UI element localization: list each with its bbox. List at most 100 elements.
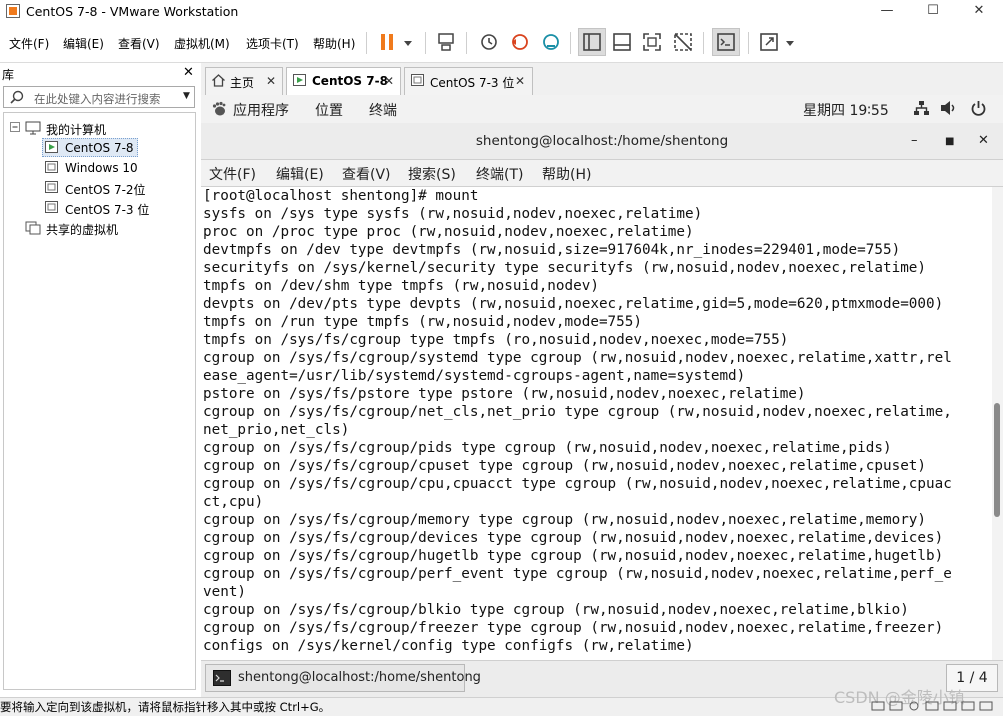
tree-vm-item[interactable]: CentOS 7-3 位 [65,201,149,218]
thumbnail-bar-icon[interactable] [610,30,634,54]
terminal-line: tmpfs on /dev/shm type tmpfs (rw,nosuid,… [203,278,599,294]
gnome-applications-menu[interactable]: 应用程序 [233,100,289,120]
terminal-line: [root@localhost shentong]# mount [203,188,479,204]
gnome-places-menu[interactable]: 位置 [315,100,343,120]
gnome-clock[interactable]: 星期四 19∶55 [803,100,889,120]
terminal-line: tmpfs on /run type tmpfs (rw,nosuid,node… [203,314,642,330]
tree-shared-vms[interactable]: 共享的虚拟机 [46,221,118,238]
toolbar-divider [703,32,704,54]
terminal-output[interactable]: [root@localhost shentong]# mount sysfs on… [201,187,992,660]
show-library-icon[interactable] [580,30,604,54]
toolbar-divider [466,32,467,54]
terminal-menu-search[interactable]: 搜索(S) [408,164,456,184]
revert-snapshot-icon[interactable] [508,30,532,54]
tree-my-computer[interactable]: 我的计算机 [46,121,106,138]
tab-close-icon[interactable]: ✕ [384,74,394,88]
terminal-line: configs on /sys/kernel/config type confi… [203,638,694,654]
network-icon[interactable] [913,100,930,116]
terminal-line: net_prio,net_cls) [203,422,350,438]
terminal-menu-view[interactable]: 查看(V) [342,164,391,184]
vm-running-icon [45,141,58,153]
terminal-line: cgroup on /sys/fs/cgroup/devices type cg… [203,530,944,546]
tree-vm-item[interactable]: CentOS 7-2位 [65,181,146,198]
terminal-line: cgroup on /sys/fs/cgroup/pids type cgrou… [203,440,892,456]
terminal-minimize-button[interactable]: – [911,133,918,148]
menu-tabs[interactable]: 选项卡(T) [246,35,299,52]
tab-close-icon[interactable]: ✕ [515,74,525,88]
terminal-line: vent) [203,584,247,600]
terminal-line: cgroup on /sys/fs/cgroup/hugetlb type cg… [203,548,944,564]
terminal-line: devtmpfs on /dev type devtmpfs (rw,nosui… [203,242,901,258]
toolbar-divider [425,32,426,54]
vm-icon [45,161,58,173]
terminal-line: ease_agent=/usr/lib/systemd/systemd-cgro… [203,368,746,384]
collapse-toggle-icon[interactable] [10,122,20,132]
snapshot-icon[interactable] [477,30,501,54]
terminal-menu-file[interactable]: 文件(F) [209,164,256,184]
chevron-down-icon[interactable]: ▼ [183,91,190,101]
pause-dropdown-icon[interactable] [403,38,413,48]
terminal-line: sysfs on /sys type sysfs (rw,nosuid,node… [203,206,703,222]
toolbar-divider [570,32,571,54]
terminal-icon [213,670,231,686]
tree-vm-item[interactable]: CentOS 7-8 [65,141,134,155]
window-title: CentOS 7-8 - VMware Workstation [26,4,239,19]
terminal-close-button[interactable]: ✕ [978,133,989,148]
library-title: 库 [2,68,15,82]
vm-icon [45,201,58,213]
terminal-line: cgroup on /sys/fs/cgroup/perf_event type… [203,566,952,582]
terminal-line: pstore on /sys/fs/pstore type pstore (rw… [203,386,806,402]
toolbar-divider [366,32,367,54]
unity-mode-icon[interactable] [671,30,695,54]
terminal-line: cgroup on /sys/fs/cgroup/freezer type cg… [203,620,944,636]
gnome-terminal-menu[interactable]: 终端 [369,100,397,120]
window-list-terminal-label: shentong@localhost:/home/shentong [238,670,481,685]
menu-file[interactable]: 文件(F) [9,35,49,52]
terminal-line: cgroup on /sys/fs/cgroup/cpuset type cgr… [203,458,927,474]
search-icon [10,90,24,104]
vm-icon [411,74,424,86]
terminal-menu-edit[interactable]: 编辑(E) [276,164,324,184]
terminal-line: devpts on /dev/pts type devpts (rw,nosui… [203,296,944,312]
menu-edit[interactable]: 编辑(E) [63,35,104,52]
vm-icon [45,181,58,193]
console-icon[interactable] [714,30,738,54]
terminal-lines: [root@localhost shentong]# mount sysfs on… [201,187,992,655]
tree-vm-item[interactable]: Windows 10 [65,161,138,175]
terminal-maximize-button[interactable]: ■ [945,136,954,147]
stretch-dropdown-icon[interactable] [785,38,795,48]
terminal-scrollbar-thumb[interactable] [994,403,1000,517]
home-icon [212,74,225,87]
terminal-line: ct,cpu) [203,494,264,510]
snapshot-manager-icon[interactable] [539,30,563,54]
menu-view[interactable]: 查看(V) [118,35,160,52]
stretch-guest-icon[interactable] [757,30,781,54]
terminal-line: cgroup on /sys/fs/cgroup/blkio type cgro… [203,602,909,618]
terminal-line: tmpfs on /sys/fs/cgroup type tmpfs (ro,n… [203,332,789,348]
tab-centos-7-8-label: CentOS 7-8 [312,74,388,88]
pause-icon[interactable] [376,30,400,54]
full-screen-icon[interactable] [640,30,664,54]
device-icons [871,701,993,711]
menu-help[interactable]: 帮助(H) [313,35,355,52]
library-close-icon[interactable]: ✕ [183,65,194,80]
menu-vm[interactable]: 虚拟机(M) [174,35,230,52]
vm-running-icon [293,74,306,86]
terminal-line: cgroup on /sys/fs/cgroup/memory type cgr… [203,512,927,528]
library-tree [3,112,196,690]
terminal-line: cgroup on /sys/fs/cgroup/net_cls,net_pri… [203,404,952,420]
maximize-button[interactable]: ☐ [910,0,956,24]
send-ctrl-alt-del-icon[interactable] [434,30,458,54]
minimize-button[interactable]: — [864,0,910,24]
tab-home-label: 主页 [230,76,255,90]
shared-vms-icon [25,221,41,235]
power-icon[interactable] [970,100,987,117]
vmware-app-icon [6,4,20,18]
terminal-menu-terminal[interactable]: 终端(T) [476,164,523,184]
volume-icon[interactable] [940,100,958,116]
status-text: 要将输入定向到该虚拟机，请将鼠标指针移入其中或按 Ctrl+G。 [0,700,331,714]
terminal-line: securityfs on /sys/kernel/security type … [203,260,927,276]
tab-close-icon[interactable]: ✕ [266,74,276,88]
close-button[interactable]: ✕ [956,0,1002,24]
terminal-menu-help[interactable]: 帮助(H) [542,164,591,184]
